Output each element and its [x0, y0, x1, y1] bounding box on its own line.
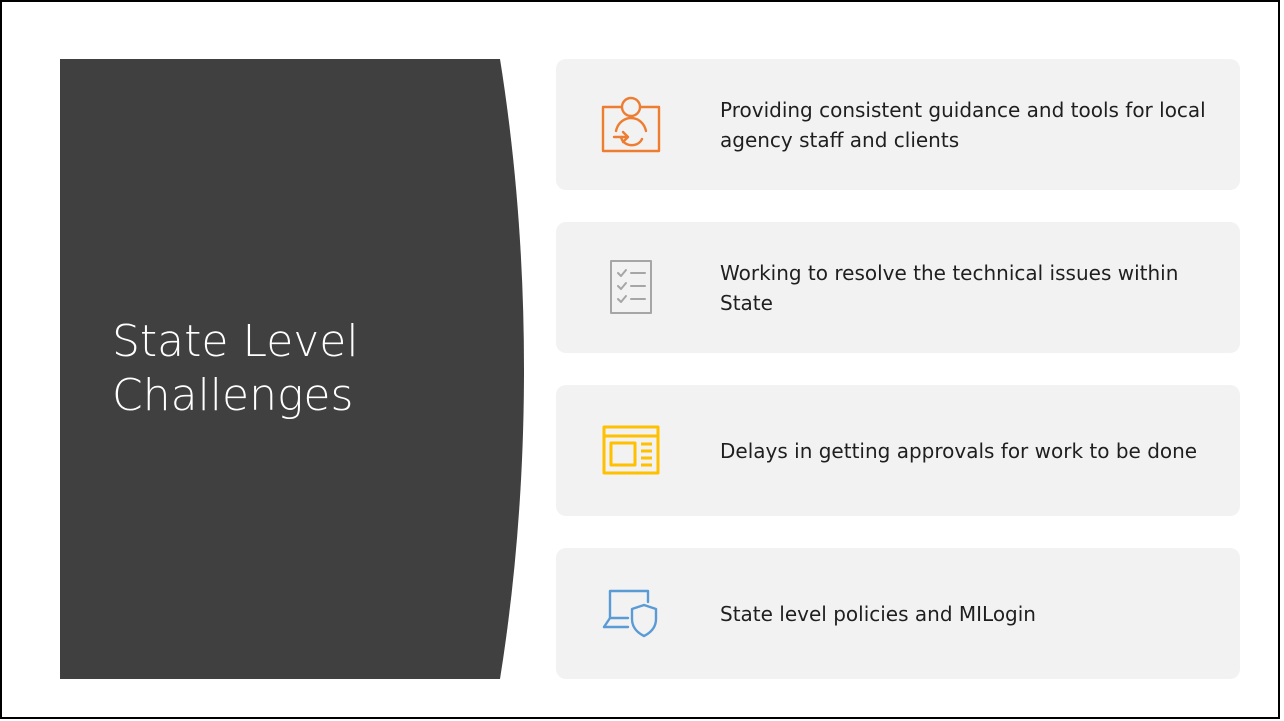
challenge-text: Providing consistent guidance and tools …: [720, 97, 1206, 152]
challenge-card-guidance: Providing consistent guidance and tools …: [556, 59, 1240, 190]
challenge-text: Working to resolve the technical issues …: [720, 260, 1179, 315]
user-arrow-icon: [596, 89, 666, 159]
slide: State Level Challenges Providing consist…: [0, 0, 1280, 719]
laptop-shield-icon: [596, 578, 666, 648]
challenge-card-approvals: Delays in getting approvals for work to …: [556, 385, 1240, 516]
title-panel: State Level Challenges: [60, 59, 524, 679]
challenge-list: Providing consistent guidance and tools …: [556, 59, 1240, 711]
checklist-icon: [596, 252, 666, 322]
challenge-text: Delays in getting approvals for work to …: [720, 438, 1198, 463]
challenge-card-policies: State level policies and MILogin: [556, 548, 1240, 679]
challenge-text: State level policies and MILogin: [720, 601, 1036, 626]
layout-window-icon: [596, 415, 666, 485]
challenge-card-technical: Working to resolve the technical issues …: [556, 222, 1240, 353]
slide-title: State Level Challenges: [112, 316, 359, 421]
